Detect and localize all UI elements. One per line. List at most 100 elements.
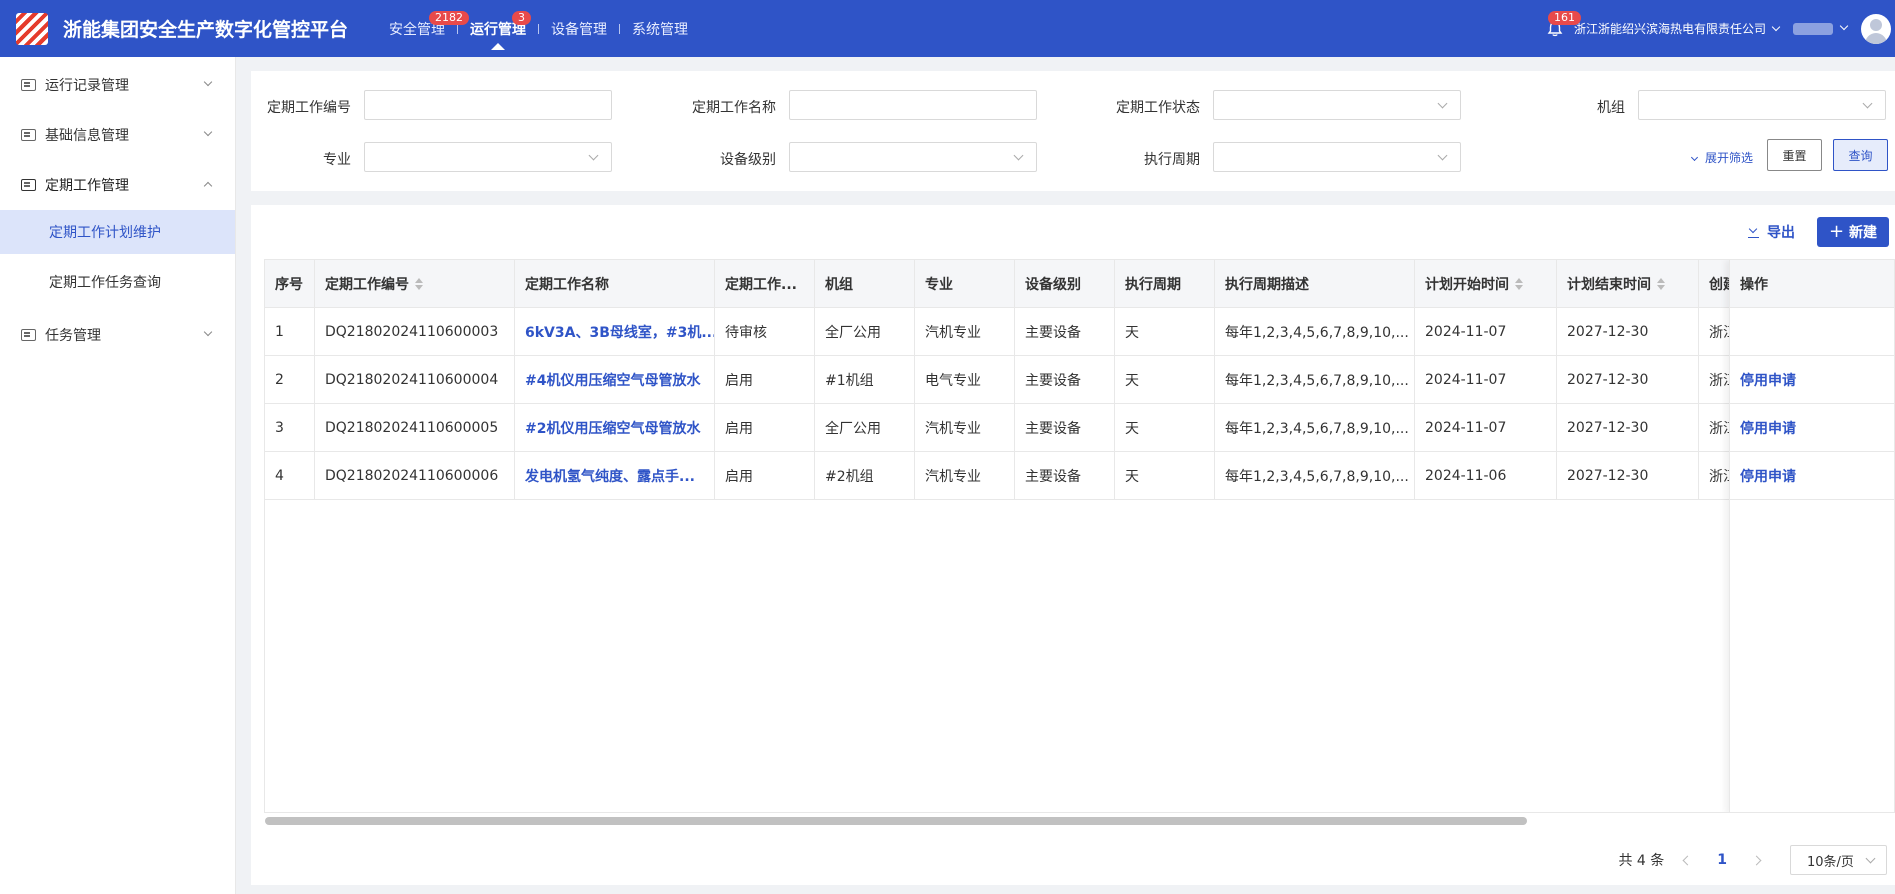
prev-page-icon[interactable]	[1682, 855, 1693, 865]
cell-unit: 全厂公用	[815, 308, 915, 355]
filter-label: 定期工作状态	[1116, 100, 1200, 116]
new-label: 新建	[1849, 225, 1878, 241]
operation-column: 操作 停用申请 停用申请 停用申请	[1729, 260, 1894, 812]
sort-icon[interactable]	[1515, 277, 1523, 290]
nav-divider	[457, 23, 459, 34]
cell-specialty: 汽机专业	[915, 404, 1015, 451]
bell-icon[interactable]: 161	[1546, 10, 1581, 38]
filter-label: 定期工作名称	[692, 100, 776, 116]
cell-device-level: 主要设备	[1015, 404, 1115, 451]
sidebar-item-periodic-work[interactable]: 定期工作管理	[0, 160, 235, 210]
cell-end-time: 2027-12-30	[1557, 356, 1699, 403]
cell-cycle: 天	[1115, 452, 1215, 499]
cell-work-name-link[interactable]: 发电机氢气纯度、露点手...	[515, 452, 715, 499]
cell-work-name-link[interactable]: #4机仪用压缩空气母管放水	[515, 356, 715, 403]
filter-panel: 定期工作编号 定期工作名称 定期工作状态 机组 专业 设备级别 执行周期 展开筛…	[251, 71, 1895, 191]
chevron-down-icon	[203, 127, 213, 137]
reset-button[interactable]: 重置	[1767, 139, 1822, 171]
unit-select[interactable]	[1638, 90, 1886, 120]
nav-equipment-management[interactable]: 设备管理	[545, 0, 613, 57]
logo-icon	[16, 12, 48, 45]
sort-icon[interactable]	[415, 277, 423, 290]
work-no-input[interactable]	[364, 90, 612, 120]
col-header-label: 定期工作编号	[325, 276, 409, 293]
cell-work-name-link[interactable]: #2机仪用压缩空气母管放水	[515, 404, 715, 451]
col-header-start-time[interactable]: 计划开始时间	[1415, 260, 1557, 307]
cell-specialty: 汽机专业	[915, 308, 1015, 355]
table-row: 4 DQ21802024110600006 发电机氢气纯度、露点手... 启用 …	[265, 452, 1894, 500]
nav-operation-management[interactable]: 运行管理 3	[464, 0, 532, 57]
cell-unit: #1机组	[815, 356, 915, 403]
total-count: 共 4 条	[1618, 853, 1665, 869]
sidebar-item-task-management[interactable]: 任务管理	[0, 310, 235, 360]
disable-request-link[interactable]: 停用申请	[1730, 452, 1894, 500]
col-header-unit: 机组	[815, 260, 915, 307]
col-header-index: 序号	[265, 260, 315, 307]
cell-status: 启用	[715, 404, 815, 451]
cell-status: 启用	[715, 452, 815, 499]
app-title: 浙能集团安全生产数字化管控平台	[63, 19, 349, 41]
top-header: 浙能集团安全生产数字化管控平台 安全管理 2182 运行管理 3 设备管理 系统…	[0, 0, 1895, 57]
nav-system-management[interactable]: 系统管理	[626, 0, 694, 57]
nav-badge: 2182	[429, 11, 470, 25]
sidebar-subitem-task-query[interactable]: 定期工作任务查询	[0, 260, 235, 304]
cell-specialty: 汽机专业	[915, 452, 1015, 499]
col-header-work-no[interactable]: 定期工作编号	[315, 260, 515, 307]
filter-label: 定期工作编号	[267, 100, 351, 116]
cell-work-no: DQ21802024110600004	[315, 356, 515, 403]
chevron-down-icon[interactable]	[1839, 21, 1849, 30]
horizontal-scrollbar[interactable]	[265, 817, 1527, 825]
sidebar-item-label: 基础信息管理	[45, 128, 129, 144]
new-button[interactable]: + 新建	[1817, 217, 1889, 247]
cell-start-time: 2024-11-07	[1415, 404, 1557, 451]
download-icon	[1748, 226, 1759, 238]
table-panel: 导出 + 新建 序号 定期工作编号 定期工作名称 定期工作... 机组 专业 设备…	[251, 205, 1895, 885]
pagination: 共 4 条 1 10条/页	[1618, 845, 1887, 875]
table-row: 2 DQ21802024110600004 #4机仪用压缩空气母管放水 启用 #…	[265, 356, 1894, 404]
cell-work-no: DQ21802024110600003	[315, 308, 515, 355]
cell-cycle-desc: 每年1,2,3,4,5,6,7,8,9,10,...	[1215, 308, 1415, 355]
sidebar-item-basic-info[interactable]: 基础信息管理	[0, 110, 235, 160]
next-page-icon[interactable]	[1751, 855, 1762, 865]
document-icon	[21, 329, 36, 341]
cell-status: 启用	[715, 356, 815, 403]
work-name-input[interactable]	[789, 90, 1037, 120]
company-selector[interactable]: 浙江浙能绍兴滨海热电有限责任公司	[1574, 20, 1781, 37]
sidebar-item-run-records[interactable]: 运行记录管理	[0, 60, 235, 110]
header-right: 161 浙江浙能绍兴滨海热电有限责任公司	[1546, 0, 1895, 57]
notification-badge: 161	[1547, 10, 1581, 25]
cell-work-no: DQ21802024110600006	[315, 452, 515, 499]
page-size-select[interactable]: 10条/页	[1790, 845, 1887, 875]
cell-cycle-desc: 每年1,2,3,4,5,6,7,8,9,10,...	[1215, 356, 1415, 403]
top-nav: 安全管理 2182 运行管理 3 设备管理 系统管理	[383, 0, 694, 57]
cell-specialty: 电气专业	[915, 356, 1015, 403]
filter-label: 设备级别	[720, 152, 776, 168]
col-header-device-level: 设备级别	[1015, 260, 1115, 307]
user-name[interactable]	[1793, 22, 1833, 35]
col-header-operation: 操作	[1730, 260, 1894, 308]
cell-device-level: 主要设备	[1015, 356, 1115, 403]
work-status-select[interactable]	[1213, 90, 1461, 120]
filter-label: 专业	[323, 152, 351, 168]
export-button[interactable]: 导出	[1748, 222, 1795, 242]
nav-badge: 3	[512, 11, 532, 25]
page-number[interactable]: 1	[1717, 852, 1727, 868]
disable-request-link[interactable]: 停用申请	[1730, 404, 1894, 452]
nav-safety-management[interactable]: 安全管理 2182	[383, 0, 470, 57]
device-level-select[interactable]	[789, 142, 1037, 172]
sort-icon[interactable]	[1657, 277, 1665, 290]
cell-work-name-link[interactable]: 6kV3A、3B母线室，#3机...	[515, 308, 715, 355]
table-header: 序号 定期工作编号 定期工作名称 定期工作... 机组 专业 设备级别 执行周期…	[265, 260, 1894, 308]
expand-filter-link[interactable]: 展开筛选	[1690, 149, 1753, 166]
avatar[interactable]	[1861, 13, 1891, 44]
query-button[interactable]: 查询	[1833, 139, 1888, 171]
specialty-select[interactable]	[364, 142, 612, 172]
cycle-select[interactable]	[1213, 142, 1461, 172]
cell-work-no: DQ21802024110600005	[315, 404, 515, 451]
cell-status: 待审核	[715, 308, 815, 355]
col-header-end-time[interactable]: 计划结束时间	[1557, 260, 1699, 307]
sidebar-subitem-plan-maintenance[interactable]: 定期工作计划维护	[0, 210, 235, 254]
cell-index: 3	[265, 404, 315, 451]
col-header-cycle: 执行周期	[1115, 260, 1215, 307]
disable-request-link[interactable]: 停用申请	[1730, 356, 1894, 404]
